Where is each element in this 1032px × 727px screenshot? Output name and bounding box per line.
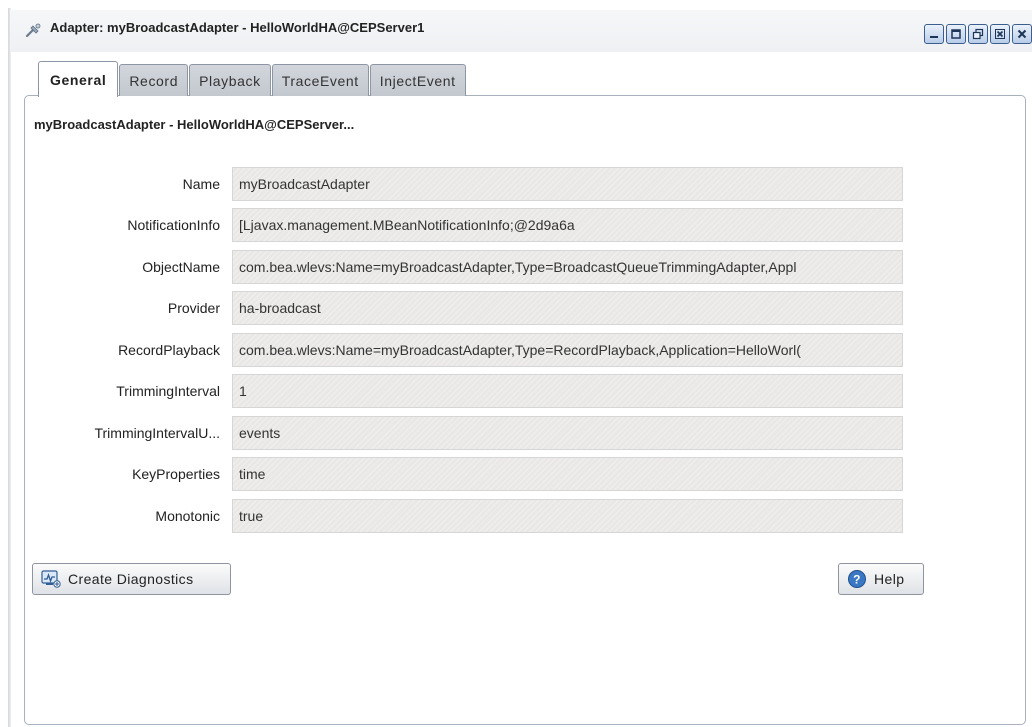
property-value-field[interactable]: time: [232, 457, 903, 491]
property-value-field[interactable]: [Ljavax.management.MBeanNotificationInfo…: [232, 208, 903, 242]
property-label: TrimmingInterval: [116, 383, 220, 399]
property-row-trimmingintervalunit: TrimmingIntervalU... events: [40, 416, 910, 450]
tab-injectevent[interactable]: InjectEvent: [369, 64, 466, 96]
property-row-objectname: ObjectName com.bea.wlevs:Name=myBroadcas…: [40, 250, 910, 284]
close-all-icon[interactable]: [990, 24, 1010, 44]
property-value-field[interactable]: com.bea.wlevs:Name=myBroadcastAdapter,Ty…: [232, 250, 903, 284]
property-row-name: Name myBroadcastAdapter: [40, 167, 910, 201]
property-row-recordplayback: RecordPlayback com.bea.wlevs:Name=myBroa…: [40, 333, 910, 367]
maximize-icon[interactable]: [946, 24, 966, 44]
window-left-border: [8, 8, 11, 727]
help-icon: ?: [847, 569, 867, 589]
property-row-trimminginterval: TrimmingInterval 1: [40, 374, 910, 408]
property-value-field[interactable]: com.bea.wlevs:Name=myBroadcastAdapter,Ty…: [232, 333, 903, 367]
adapter-window: Adapter: myBroadcastAdapter - HelloWorld…: [0, 0, 1032, 727]
tab-playback[interactable]: Playback: [189, 64, 271, 96]
property-value-field[interactable]: true: [232, 499, 903, 533]
minimize-icon[interactable]: [924, 24, 944, 44]
tab-record[interactable]: Record: [119, 64, 189, 96]
tab-general[interactable]: General: [38, 61, 119, 97]
property-row-provider: Provider ha-broadcast: [40, 291, 910, 325]
property-row-keyproperties: KeyProperties time: [40, 457, 910, 491]
property-label: RecordPlayback: [118, 342, 220, 358]
help-label: Help: [874, 571, 905, 587]
panel-heading: myBroadcastAdapter - HelloWorldHA@CEPSer…: [34, 117, 355, 132]
create-diagnostics-button[interactable]: Create Diagnostics: [32, 563, 231, 595]
tab-strip: General Record Playback TraceEvent Injec…: [38, 60, 466, 97]
close-icon[interactable]: [1012, 24, 1032, 44]
tab-traceevent[interactable]: TraceEvent: [271, 64, 369, 96]
property-value-field[interactable]: 1: [232, 374, 903, 408]
property-label: Provider: [167, 300, 220, 316]
restore-icon[interactable]: [968, 24, 988, 44]
property-value-field[interactable]: ha-broadcast: [232, 291, 903, 325]
property-value-field[interactable]: events: [232, 416, 903, 450]
property-row-notificationinfo: NotificationInfo [Ljavax.management.MBea…: [40, 208, 910, 242]
window-controls: [924, 24, 1032, 44]
property-label: Monotonic: [155, 508, 220, 524]
window-title: Adapter: myBroadcastAdapter - HelloWorld…: [50, 20, 425, 35]
property-row-monotonic: Monotonic true: [40, 499, 910, 533]
help-button[interactable]: ? Help: [838, 563, 924, 595]
property-value-field[interactable]: myBroadcastAdapter: [232, 167, 903, 201]
svg-text:?: ?: [853, 573, 861, 587]
property-label: NotificationInfo: [127, 217, 220, 233]
property-label: KeyProperties: [132, 466, 220, 482]
adapter-icon: [24, 22, 42, 40]
create-diagnostics-label: Create Diagnostics: [68, 571, 194, 587]
property-label: TrimmingIntervalU...: [94, 425, 220, 441]
title-bar[interactable]: Adapter: myBroadcastAdapter - HelloWorld…: [10, 10, 1032, 52]
property-label: ObjectName: [142, 259, 220, 275]
diagnostics-icon: [41, 570, 61, 588]
property-label: Name: [182, 176, 220, 192]
